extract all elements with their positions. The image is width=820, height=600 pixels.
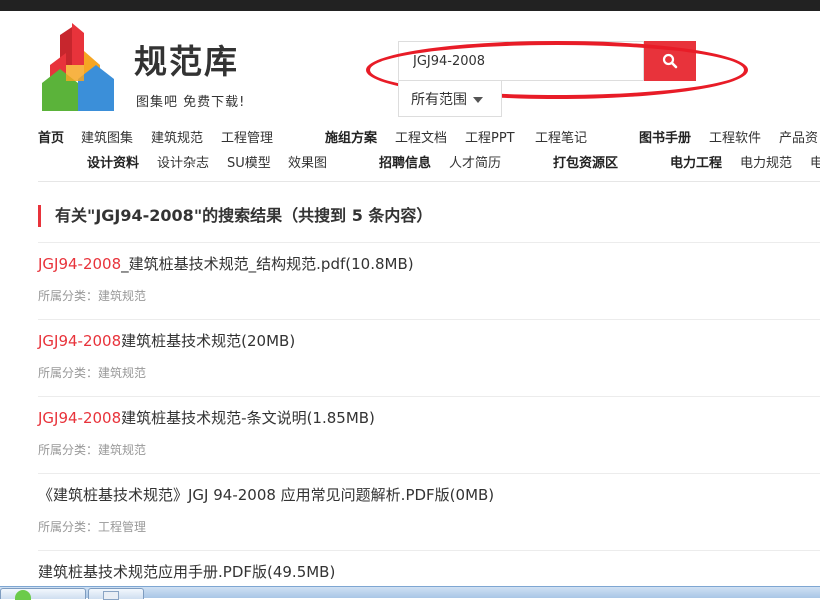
nav-item-building-atlas[interactable]: 建筑图集 [81,127,133,146]
nav-item-resumes[interactable]: 人才简历 [449,152,501,171]
nav-item-books[interactable]: 图书手册 [639,127,691,146]
nav-item-power-more[interactable]: 电 [810,152,820,171]
window-icon [103,591,119,600]
result-title-highlight: JGJ94-2008 [38,409,122,427]
nav-item-power-eng[interactable]: 电力工程 [670,152,722,171]
result-title-highlight: JGJ94-2008 [38,255,122,273]
logo-slogan: 图集吧 免费下载! [136,95,246,110]
nav-item-software[interactable]: 工程软件 [709,127,761,146]
os-taskbar [0,586,820,600]
logo-house-icon [42,23,114,111]
result-title-link[interactable]: JGJ94-2008建筑桩基技术规范(20MB) [38,330,295,351]
nav-item-jobs[interactable]: 招聘信息 [379,152,431,171]
result-item: JGJ94-2008建筑桩基技术规范-条文说明(1.85MB) 所属分类：建筑规… [38,397,820,474]
nav-item-su-model[interactable]: SU模型 [227,152,271,171]
result-item: 建筑桩基技术规范应用手册.PDF版(49.5MB) [38,551,820,586]
result-title-link[interactable]: 建筑桩基技术规范应用手册.PDF版(49.5MB) [38,561,335,582]
result-title-link[interactable]: 《建筑桩基技术规范》JGJ 94-2008 应用常见问题解析.PDF版(0MB) [38,484,494,505]
nav-item-bundles[interactable]: 打包资源区 [553,152,618,171]
search-button[interactable] [644,41,696,81]
taskbar-button-window[interactable] [88,588,144,600]
result-title-text: 建筑桩基技术规范(20MB) [121,332,296,350]
result-title-text: 建筑桩基技术规范应用手册.PDF版(49.5MB) [38,563,336,581]
search-box [398,41,644,81]
result-title-link[interactable]: JGJ94-2008_建筑桩基技术规范_结构规范.pdf(10.8MB) [38,253,414,274]
result-title-link[interactable]: JGJ94-2008建筑桩基技术规范-条文说明(1.85MB) [38,407,375,428]
nav-item-products[interactable]: 产品资 [779,127,818,146]
nav-item-construction-plans[interactable]: 施组方案 [325,127,377,146]
nav-item-building-codes[interactable]: 建筑规范 [151,127,203,146]
results-heading: 有关"JGJ94-2008"的搜索结果（共搜到 5 条内容） [38,205,432,227]
nav-item-power-codes[interactable]: 电力规范 [740,152,792,171]
result-title-text: 建筑桩基技术规范-条文说明(1.85MB) [121,409,375,427]
site-logo[interactable]: 规范库 图集吧 免费下载! [40,21,270,113]
search-scope-label: 所有范围 [411,92,467,108]
nav-item-home[interactable]: 首页 [38,127,64,146]
nav-item-project-notes[interactable]: 工程笔记 [535,127,587,146]
nav-item-project-mgmt[interactable]: 工程管理 [221,127,273,146]
result-item: JGJ94-2008_建筑桩基技术规范_结构规范.pdf(10.8MB) 所属分… [38,243,820,320]
result-category[interactable]: 所属分类：工程管理 [38,518,146,535]
result-item: 《建筑桩基技术规范》JGJ 94-2008 应用常见问题解析.PDF版(0MB)… [38,474,820,551]
page: 规范库 图集吧 免费下载! 所有范围 首页 建筑图集 建筑规范 工程管理 施组方… [0,11,820,586]
nav-divider [38,181,820,182]
search-scope-dropdown[interactable]: 所有范围 [398,81,502,117]
result-item: JGJ94-2008建筑桩基技术规范(20MB) 所属分类：建筑规范 [38,320,820,397]
result-title-text: _建筑桩基技术规范_结构规范.pdf(10.8MB) [121,255,414,273]
result-category[interactable]: 所属分类：建筑规范 [38,287,146,304]
nav-item-project-ppt[interactable]: 工程PPT [465,127,515,146]
window-top-bar [0,0,820,11]
result-category[interactable]: 所属分类：建筑规范 [38,441,146,458]
browser-icon [15,590,31,600]
caret-down-icon [473,97,483,103]
taskbar-button-browser[interactable] [0,588,86,600]
result-title-highlight: JGJ94-2008 [38,332,122,350]
nav-item-renderings[interactable]: 效果图 [288,152,327,171]
nav-item-design-magazine[interactable]: 设计杂志 [157,152,209,171]
search-input[interactable] [399,42,643,80]
result-category[interactable]: 所属分类：建筑规范 [38,364,146,381]
nav-item-design-data[interactable]: 设计资料 [87,152,139,171]
nav-item-project-docs[interactable]: 工程文档 [395,127,447,146]
search-icon [662,53,678,69]
logo-name: 规范库 [134,42,239,81]
result-title-text: 《建筑桩基技术规范》JGJ 94-2008 应用常见问题解析.PDF版(0MB) [38,486,495,504]
